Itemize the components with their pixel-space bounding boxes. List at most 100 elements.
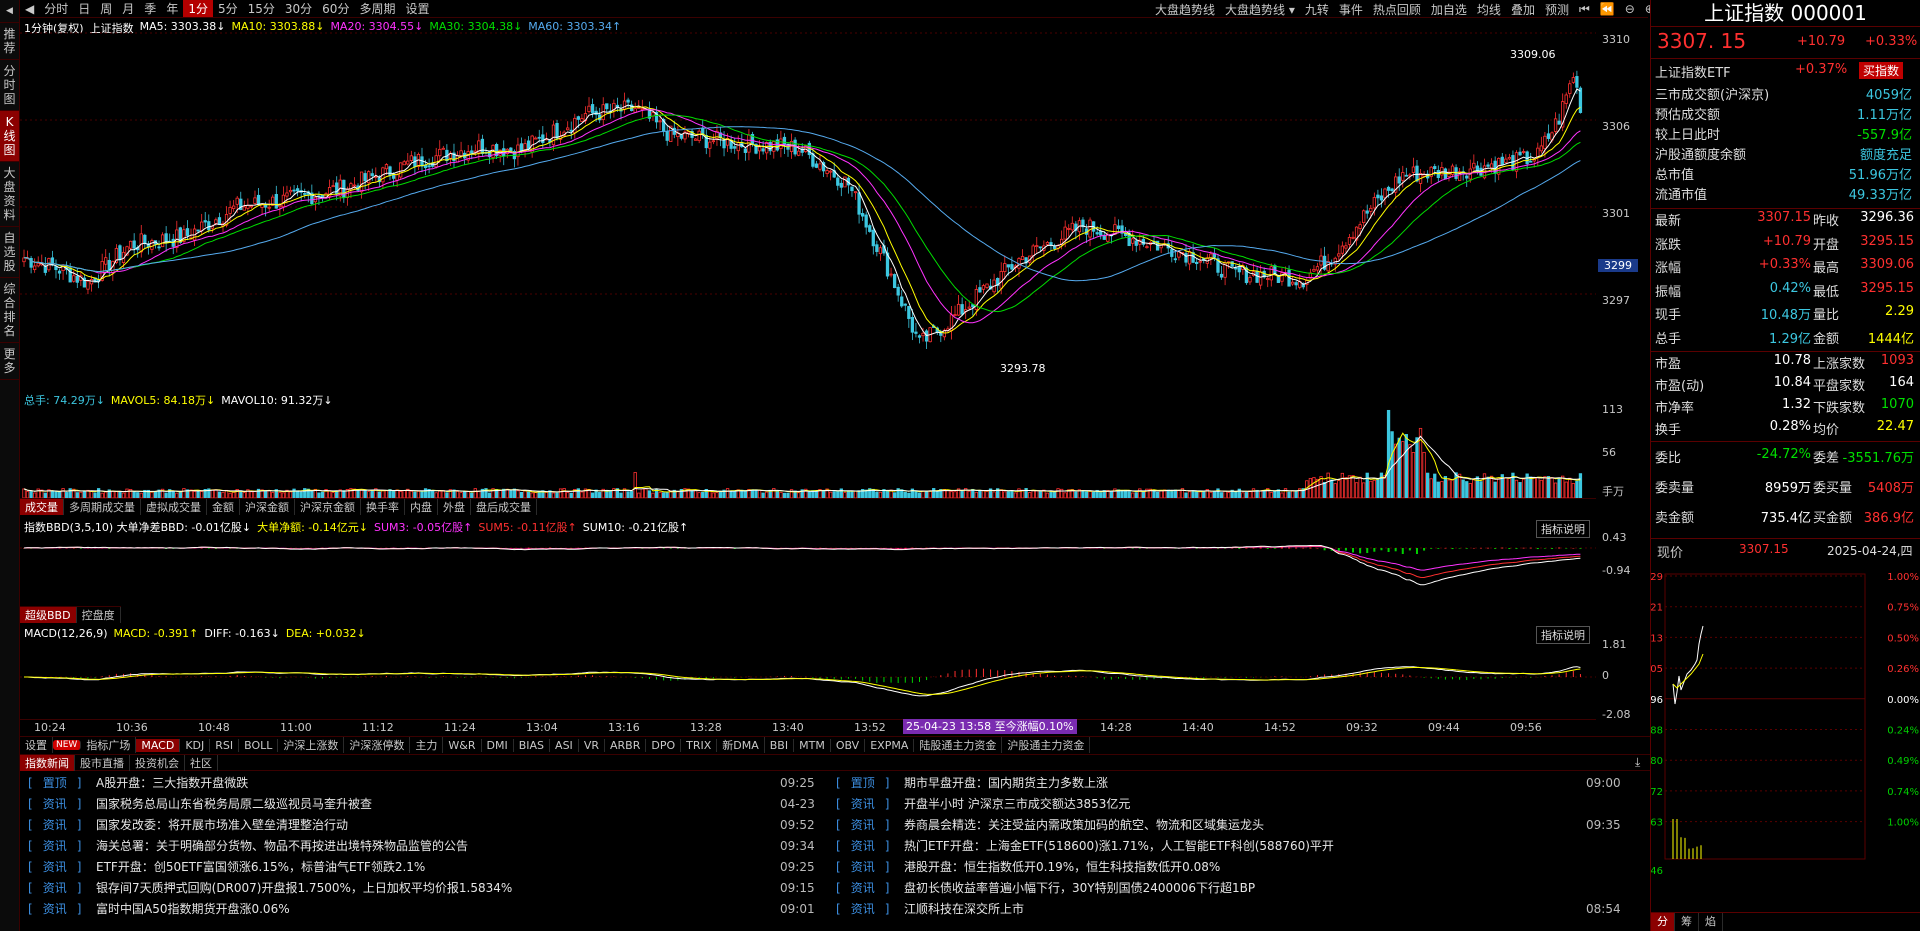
toolbar-action-3[interactable]: 事件 bbox=[1334, 1, 1368, 18]
indicator-tab-19[interactable]: BBI bbox=[765, 738, 795, 752]
indicator-tab-22[interactable]: EXPMA bbox=[865, 738, 915, 752]
toolbar-period-4[interactable]: 季 bbox=[139, 0, 161, 17]
indicator-tab-9[interactable]: 主力 bbox=[410, 737, 444, 753]
news-tab-1[interactable]: 股市直播 bbox=[75, 754, 130, 771]
sidebar-tab[interactable]: 推荐 bbox=[0, 23, 19, 60]
news-headline[interactable]: 富时中国A50指数期货开盘涨0.06% bbox=[96, 899, 290, 919]
news-tab-0[interactable]: 指数新闻 bbox=[20, 754, 75, 771]
toolbar-period-10[interactable]: 60分 bbox=[317, 0, 354, 17]
toolbar-period-2[interactable]: 周 bbox=[95, 0, 117, 17]
indicator-tab-24[interactable]: 沪股通主力资金 bbox=[1002, 737, 1091, 753]
news-headline[interactable]: 海关总署：关于明确部分货物、物品不再按进出境特殊物品监管的公告 bbox=[96, 836, 468, 856]
download-icon[interactable]: ⤓ bbox=[1635, 755, 1640, 770]
volume-chart[interactable] bbox=[20, 404, 1600, 498]
news-headline[interactable]: 江顺科技在深交所上市 bbox=[904, 899, 1024, 919]
indicator-tab-7[interactable]: 沪深上涨数 bbox=[278, 737, 345, 753]
toolbar-period-5[interactable]: 年 bbox=[161, 0, 183, 17]
bbd-chart[interactable] bbox=[20, 532, 1600, 606]
news-headline[interactable]: 港股开盘：恒生指数低开0.19%，恒生科技指数低开0.08% bbox=[904, 857, 1220, 877]
indicator-tab-4[interactable]: KDJ bbox=[180, 738, 211, 752]
toolbar-period-12[interactable]: 设置 bbox=[400, 0, 434, 17]
sidebar-tab[interactable]: 综合排名 bbox=[0, 278, 19, 343]
sidebar-arrow[interactable]: ◀ bbox=[0, 0, 19, 23]
volume-tab-0[interactable]: 成交量 bbox=[20, 499, 64, 515]
indicator-tab-18[interactable]: 新DMA bbox=[717, 737, 765, 753]
indicator-tab-23[interactable]: 陆股通主力资金 bbox=[914, 737, 1003, 753]
sidebar-tab[interactable]: 自选股 bbox=[0, 227, 19, 278]
toolbar-action-5[interactable]: 加自选 bbox=[1426, 1, 1472, 18]
bbd-tab-1[interactable]: 控盘度 bbox=[77, 607, 121, 623]
news-headline[interactable]: 国家发改委：将开展市场准入壁垒清理整治行动 bbox=[96, 815, 348, 835]
volume-tab-2[interactable]: 虚拟成交量 bbox=[141, 499, 207, 515]
toolbar-action-8[interactable]: 预测 bbox=[1540, 1, 1574, 18]
volume-tab-3[interactable]: 金额 bbox=[207, 499, 240, 515]
news-headline[interactable]: 开盘半小时 沪深京三市成交额达3853亿元 bbox=[904, 794, 1130, 814]
toolbar-action-0[interactable]: 大盘趋势线 bbox=[1150, 1, 1220, 18]
mini-timeshare-chart[interactable]: 3329 3321 3313 3305 3296 3288 3280 3272 3263 846 1… bbox=[1651, 564, 1920, 914]
toolbar-period-9[interactable]: 30分 bbox=[280, 0, 317, 17]
news-headline[interactable]: 国家税务总局山东省税务局原二级巡视员马奎升被查 bbox=[96, 794, 372, 814]
indicator-tab-3[interactable]: MACD bbox=[136, 738, 181, 752]
news-headline[interactable]: 券商晨会精选：关注受益内需政策加码的航空、物流和区域集运龙头 bbox=[904, 815, 1264, 835]
toolbar-period-0[interactable]: 分时 bbox=[39, 0, 73, 17]
volume-tab-9[interactable]: 盘后成交量 bbox=[471, 499, 537, 515]
toolbar-period-8[interactable]: 15分 bbox=[243, 0, 280, 17]
toolbar-action-6[interactable]: 均线 bbox=[1472, 1, 1506, 18]
indicator-tab-0[interactable]: 设置 bbox=[20, 737, 53, 753]
buy-index-button[interactable]: 买指数 bbox=[1859, 62, 1904, 79]
indicator-tab-21[interactable]: OBV bbox=[831, 738, 866, 752]
quote-bottom-tab-2[interactable]: 焰 bbox=[1699, 913, 1723, 931]
rewind-icon[interactable]: ⏪ bbox=[1595, 2, 1620, 16]
news-headline[interactable]: 热门ETF开盘：上海金ETF(518600)涨1.71%，人工智能ETF科创(5… bbox=[904, 836, 1334, 856]
first-icon[interactable]: ⏮ bbox=[1574, 2, 1595, 17]
sidebar-tab[interactable]: 分时图 bbox=[0, 60, 19, 111]
volume-tab-8[interactable]: 外盘 bbox=[438, 499, 471, 515]
news-headline[interactable]: ETF开盘：创50ETF富国领涨6.15%，标普油气ETF领跌2.1% bbox=[96, 857, 425, 877]
toolbar-period-6[interactable]: 1分 bbox=[183, 0, 213, 17]
news-headline[interactable]: A股开盘：三大指数开盘微跌 bbox=[96, 773, 248, 793]
sidebar-tab[interactable]: 更多 bbox=[0, 343, 19, 380]
news-headline[interactable]: 银存间7天质押式回购(DR007)开盘报1.7500%，上日加权平均价报1.58… bbox=[96, 878, 512, 898]
toolbar-action-7[interactable]: 叠加 bbox=[1506, 1, 1540, 18]
indicator-tab-15[interactable]: ARBR bbox=[605, 738, 647, 752]
indicator-tab-16[interactable]: DPO bbox=[646, 738, 682, 752]
indicator-tab-1[interactable]: NEW bbox=[53, 740, 82, 750]
indicator-tab-13[interactable]: ASI bbox=[550, 738, 579, 752]
news-headline[interactable]: 盘初长债收益率普遍小幅下行，30Y特别国债2400006下行超1BP bbox=[904, 878, 1255, 898]
news-tab-2[interactable]: 投资机会 bbox=[130, 754, 185, 771]
etf-name[interactable]: 上证指数ETF bbox=[1655, 62, 1731, 81]
quote-bottom-tab-1[interactable]: 筹 bbox=[1675, 913, 1699, 931]
news-tab-3[interactable]: 社区 bbox=[185, 754, 218, 771]
indicator-tab-20[interactable]: MTM bbox=[794, 738, 831, 752]
indicator-tab-14[interactable]: VR bbox=[579, 738, 605, 752]
indicator-tab-5[interactable]: RSI bbox=[210, 738, 240, 752]
toolbar-period-11[interactable]: 多周期 bbox=[354, 0, 400, 17]
sidebar-tab[interactable]: K线图 bbox=[0, 111, 19, 162]
news-headline[interactable]: 期市早盘开盘：国内期货主力多数上涨 bbox=[904, 773, 1108, 793]
indicator-tab-6[interactable]: BOLL bbox=[239, 738, 279, 752]
quote-bottom-tab-0[interactable]: 分 bbox=[1651, 913, 1675, 931]
indicator-tab-2[interactable]: 指标广场 bbox=[81, 737, 137, 753]
toolbar-period-3[interactable]: 月 bbox=[117, 0, 139, 17]
sidebar-tab[interactable]: 大盘资料 bbox=[0, 162, 19, 227]
macd-chart[interactable] bbox=[20, 640, 1600, 714]
volume-tab-7[interactable]: 内盘 bbox=[405, 499, 438, 515]
indicator-tab-11[interactable]: DMI bbox=[482, 738, 514, 752]
indicator-tab-8[interactable]: 沪深涨停数 bbox=[344, 737, 411, 753]
toolbar-period-1[interactable]: 日 bbox=[73, 0, 95, 17]
toolbar-action-2[interactable]: 九转 bbox=[1300, 1, 1334, 18]
volume-tab-1[interactable]: 多周期成交量 bbox=[64, 499, 141, 515]
toolbar-period-7[interactable]: 5分 bbox=[213, 0, 243, 17]
bbd-tab-0[interactable]: 超级BBD bbox=[20, 607, 77, 623]
kline-chart[interactable] bbox=[20, 18, 1600, 388]
indicator-tab-10[interactable]: W&R bbox=[443, 738, 482, 752]
volume-tab-4[interactable]: 沪深金额 bbox=[240, 499, 295, 515]
indicator-tab-12[interactable]: BIAS bbox=[514, 738, 551, 752]
toolbar-action-1[interactable]: 大盘趋势线 ▾ bbox=[1220, 1, 1300, 18]
volume-tab-5[interactable]: 沪深京金额 bbox=[295, 499, 361, 515]
zoom-out-icon[interactable]: ⊖ bbox=[1620, 2, 1640, 16]
volume-tab-6[interactable]: 换手率 bbox=[361, 499, 405, 515]
indicator-tab-17[interactable]: TRIX bbox=[681, 738, 718, 752]
toolbar-arrow[interactable]: ◀ bbox=[20, 2, 39, 16]
toolbar-action-4[interactable]: 热点回顾 bbox=[1368, 1, 1426, 18]
